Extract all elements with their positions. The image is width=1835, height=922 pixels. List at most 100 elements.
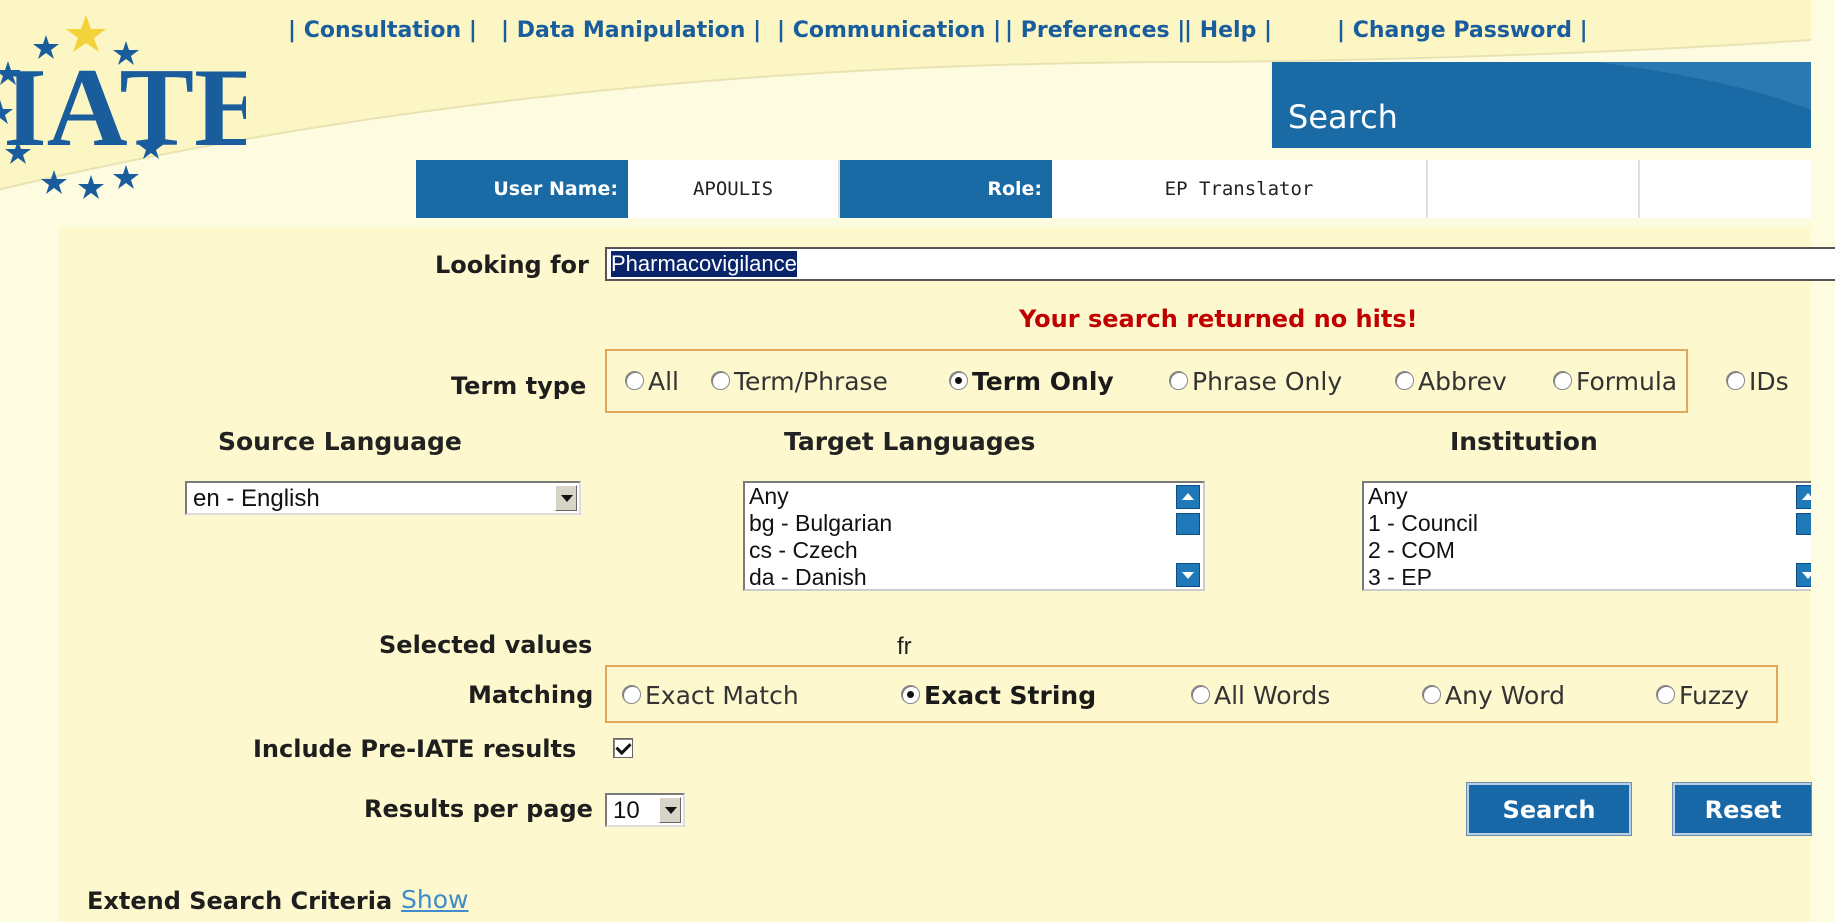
list-item[interactable]: 1 - Council [1368, 510, 1478, 537]
nav-separator: | [1337, 18, 1346, 43]
radio-checked-icon[interactable] [949, 370, 968, 390]
source-language-label: Source Language [218, 427, 462, 456]
chevron-down-icon[interactable] [659, 797, 681, 823]
radio-unchecked-icon[interactable] [622, 684, 641, 704]
radio-unchecked-icon[interactable] [625, 370, 644, 390]
role-value: EP Translator [1052, 160, 1428, 218]
radio-label: All [648, 367, 679, 396]
nav-separator: | [753, 18, 762, 43]
radio-label: Exact Match [645, 681, 799, 710]
nav-separator: | [993, 18, 1002, 43]
scroll-down-arrow-icon[interactable] [1176, 563, 1200, 587]
list-item[interactable]: 3 - EP [1368, 564, 1432, 589]
nav-separator: | [501, 18, 510, 43]
term-type-radio-all[interactable]: All [625, 367, 679, 396]
radio-unchecked-icon[interactable] [1191, 684, 1210, 704]
search-section-title: Search [1288, 98, 1398, 136]
scroll-thumb[interactable] [1796, 513, 1811, 535]
matching-radio-exact-match[interactable]: Exact Match [622, 681, 799, 710]
matching-radio-any-word[interactable]: Any Word [1422, 681, 1565, 710]
term-type-radio-term-only[interactable]: Term Only [949, 367, 1114, 396]
radio-label: Formula [1576, 367, 1678, 396]
radio-unchecked-icon[interactable] [711, 370, 730, 390]
radio-unchecked-icon[interactable] [1553, 370, 1572, 390]
radio-label: Exact String [924, 681, 1097, 710]
scroll-thumb[interactable] [1176, 513, 1200, 535]
username-label: User Name: [416, 160, 628, 218]
matching-radio-exact-string[interactable]: Exact String [901, 681, 1096, 710]
target-languages-scrollbar[interactable] [1173, 483, 1203, 589]
nav-item-data-manipulation[interactable]: | Data Manipulation | [501, 18, 761, 43]
nav-item-change-password[interactable]: | Change Password | [1337, 18, 1588, 43]
term-type-radio-ids[interactable]: IDs [1726, 367, 1789, 396]
radio-checked-icon[interactable] [901, 684, 920, 704]
term-type-radio-formula[interactable]: Formula [1553, 367, 1677, 396]
matching-radio-fuzzy[interactable]: Fuzzy [1656, 681, 1749, 710]
nav-item-label: Data Manipulation [516, 18, 746, 43]
nav-separator: | [288, 18, 297, 43]
scroll-up-arrow-icon[interactable] [1176, 485, 1200, 509]
list-item[interactable]: da - Danish [749, 564, 867, 589]
nav-item-label: Preferences [1020, 18, 1170, 43]
nav-item-consultation[interactable]: | Consultation | [288, 18, 477, 43]
header: IATE | Consultation | | Data Manipulation… [0, 0, 1811, 225]
search-button[interactable]: Search [1466, 782, 1632, 836]
userbar-empty-cell [1428, 160, 1640, 218]
nav-item-communication[interactable]: | Communication | [777, 18, 1001, 43]
pre-iate-checkbox[interactable] [613, 738, 633, 758]
nav-item-label: Help [1199, 18, 1257, 43]
term-type-radio-phrase-only[interactable]: Phrase Only [1169, 367, 1342, 396]
radio-unchecked-icon[interactable] [1726, 370, 1745, 390]
institution-label: Institution [1450, 427, 1598, 456]
source-language-select[interactable]: en - English [185, 481, 581, 515]
target-languages-listbox[interactable]: Any bg - Bulgarian cs - Czech da - Danish [743, 481, 1205, 591]
list-item[interactable]: Any [1368, 483, 1408, 510]
selected-values-value: fr [897, 633, 912, 660]
iate-logo: IATE [0, 15, 246, 199]
radio-unchecked-icon[interactable] [1656, 684, 1675, 704]
radio-label: Term Only [972, 367, 1114, 396]
target-languages-label: Target Languages [784, 427, 1036, 456]
list-item[interactable]: Any [749, 483, 789, 510]
term-type-radio-abbrev[interactable]: Abbrev [1395, 367, 1507, 396]
list-item[interactable]: 2 - COM [1368, 537, 1455, 564]
nav-separator: | [1184, 18, 1193, 43]
radio-label: Any Word [1445, 681, 1565, 710]
results-per-page-select[interactable]: 10 [605, 793, 685, 827]
nav-item-help[interactable]: | Help | [1184, 18, 1272, 43]
results-per-page-label: Results per page [364, 795, 593, 823]
search-query-input[interactable] [605, 247, 1835, 281]
radio-unchecked-icon[interactable] [1169, 370, 1188, 390]
nav-item-label: Consultation [303, 18, 462, 43]
logo-text: IATE [3, 46, 246, 170]
selected-values-label: Selected values [379, 631, 593, 659]
nav-separator: | [1264, 18, 1273, 43]
matching-radio-all-words[interactable]: All Words [1191, 681, 1330, 710]
radio-unchecked-icon[interactable] [1422, 684, 1441, 704]
username-value: APOULIS [628, 160, 840, 218]
nav-item-label: Communication [792, 18, 986, 43]
no-hits-message: Your search returned no hits! [1019, 305, 1418, 333]
looking-for-label: Looking for [435, 251, 589, 279]
nav-item-label: Change Password [1352, 18, 1572, 43]
scroll-up-arrow-icon[interactable] [1796, 485, 1811, 509]
nav-item-preferences[interactable]: | Preferences | [1005, 18, 1185, 43]
radio-label: IDs [1749, 367, 1789, 396]
radio-label: Fuzzy [1679, 681, 1749, 710]
chevron-down-icon[interactable] [555, 485, 577, 511]
radio-unchecked-icon[interactable] [1395, 370, 1414, 390]
userbar-empty-cell [1640, 160, 1811, 218]
show-extend-criteria-link[interactable]: Show [401, 885, 468, 914]
nav-separator: | [1005, 18, 1014, 43]
reset-button[interactable]: Reset [1672, 782, 1812, 836]
iate-search-page: IATE | Consultation | | Data Manipulation… [0, 0, 1835, 922]
scroll-down-arrow-icon[interactable] [1796, 563, 1811, 587]
list-item[interactable]: bg - Bulgarian [749, 510, 892, 537]
radio-label: Term/Phrase [734, 367, 888, 396]
matching-label: Matching [468, 681, 594, 709]
term-type-radio-term-phrase[interactable]: Term/Phrase [711, 367, 888, 396]
institution-listbox[interactable]: Any 1 - Council 2 - COM 3 - EP [1362, 481, 1811, 591]
institution-scrollbar[interactable] [1793, 483, 1811, 589]
radio-label: Abbrev [1418, 367, 1507, 396]
list-item[interactable]: cs - Czech [749, 537, 858, 564]
